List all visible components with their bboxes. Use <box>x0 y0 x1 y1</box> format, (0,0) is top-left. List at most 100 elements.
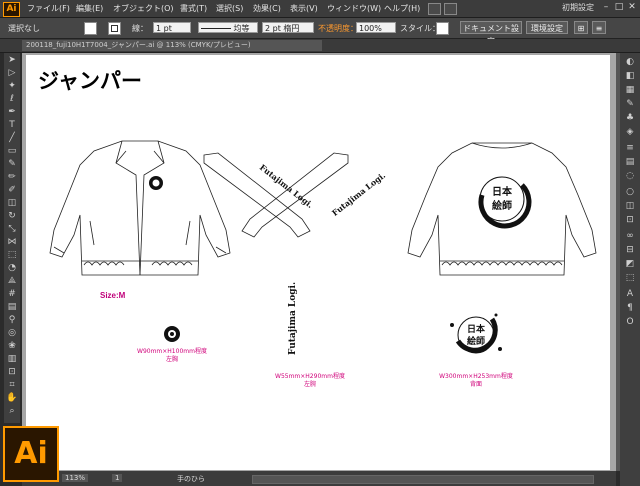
menu-select[interactable]: 選択(S) <box>216 3 243 14</box>
panel-dock: ◐ ◧ ▦ ✎ ♣ ◈ ≡ ▤ ◌ ○ ◫ ⊡ ∞ ⊟ ◩ ⬚ A ¶ O <box>620 53 640 486</box>
fill-swatch[interactable] <box>84 22 97 35</box>
bridge-icon[interactable] <box>428 3 441 15</box>
jacket-back-drawing: 日本 絵師 <box>407 142 597 276</box>
back-caption-position: 背面 <box>469 381 482 388</box>
align-icon[interactable]: ⊞ <box>574 21 588 34</box>
pathfinder-icon[interactable]: ◩ <box>624 259 636 270</box>
blob-brush-icon[interactable]: ✐ <box>6 185 18 196</box>
opentype-icon[interactable]: O <box>624 317 636 328</box>
rectangle-icon[interactable]: ▭ <box>6 146 18 157</box>
rotate-icon[interactable]: ↻ <box>6 211 18 222</box>
blend-icon[interactable]: ◎ <box>6 328 18 339</box>
slice-icon[interactable]: ⌗ <box>6 380 18 391</box>
tools-panel: ➤ ▷ ✦ ℓ ✒ T ╱ ▭ ✎ ✏ ✐ ◫ ↻ ⤡ ⋈ ⬚ ◔ ⟁ # ▤ … <box>4 53 20 423</box>
pen-icon[interactable]: ✒ <box>6 107 18 118</box>
graphic-styles-icon[interactable]: ◈ <box>624 127 636 138</box>
color-guide-icon[interactable]: ◧ <box>624 71 636 82</box>
control-bar: 選択なし 線： 1 pt 均等 2 pt 楕円 不透明度： 100% スタイル：… <box>0 18 640 46</box>
gradient-icon[interactable]: ▤ <box>6 302 18 313</box>
menu-help[interactable]: ヘルプ(H) <box>384 3 420 14</box>
transform-icon[interactable]: ⬚ <box>624 273 636 284</box>
workspace-switcher[interactable]: 初期設定 <box>562 2 594 13</box>
svg-text:絵師: 絵師 <box>467 335 485 347</box>
style-label: スタイル： <box>400 24 440 33</box>
shape-builder-icon[interactable]: ◔ <box>6 263 18 274</box>
status-bar: 113% 1 手のひら <box>22 471 616 486</box>
symbol-sprayer-icon[interactable]: ❀ <box>6 341 18 352</box>
artboards-panel-icon[interactable]: ⊡ <box>624 215 636 226</box>
column-graph-icon[interactable]: ▥ <box>6 354 18 365</box>
menu-file[interactable]: ファイル(F) <box>27 3 70 14</box>
eyedropper-icon[interactable]: ⚲ <box>6 315 18 326</box>
transparency-icon[interactable]: ◌ <box>624 171 636 182</box>
brush-definition[interactable]: 2 pt 楕円 <box>262 22 314 33</box>
width-icon[interactable]: ⋈ <box>6 237 18 248</box>
variable-width-profile[interactable]: 均等 <box>198 22 258 33</box>
color-panel-icon[interactable]: ◐ <box>624 57 636 68</box>
zoom-level[interactable]: 113% <box>62 474 89 482</box>
size-label: Size:M <box>100 291 126 300</box>
stroke-label: 線： <box>132 24 148 33</box>
magic-wand-icon[interactable]: ✦ <box>6 81 18 92</box>
appearance-icon[interactable]: ○ <box>624 187 636 198</box>
graphic-style-swatch[interactable] <box>436 22 449 35</box>
selection-status: 選択なし <box>8 24 40 33</box>
gradient-panel-icon[interactable]: ▤ <box>624 157 636 168</box>
preferences-button[interactable]: 環境設定 <box>526 21 568 34</box>
paragraph-icon[interactable]: ¶ <box>624 303 636 314</box>
artboard-tool-icon[interactable]: ⊡ <box>6 367 18 378</box>
selection-tool-icon[interactable]: ➤ <box>6 55 18 66</box>
stroke-swatch[interactable] <box>108 22 121 35</box>
mesh-icon[interactable]: # <box>6 289 18 300</box>
free-transform-icon[interactable]: ⬚ <box>6 250 18 261</box>
lasso-icon[interactable]: ℓ <box>6 94 18 105</box>
svg-text:日本: 日本 <box>492 185 513 198</box>
vertical-logo-text: Futajima Logi. <box>288 281 298 355</box>
control-menu-icon[interactable]: ≡ <box>592 21 606 34</box>
align-icon[interactable]: ⊟ <box>624 245 636 256</box>
links-icon[interactable]: ∞ <box>624 231 636 242</box>
zoom-icon[interactable]: ⌕ <box>6 406 18 417</box>
document-tab-strip: 200118_fuji10H1T7004_ジャンパー.ai @ 113% (CM… <box>0 39 640 53</box>
back-caption: W300mm×H253mm程度 背面 <box>430 373 522 389</box>
stroke-panel-icon[interactable]: ≡ <box>624 143 636 154</box>
perspective-icon[interactable]: ⟁ <box>6 276 18 287</box>
opacity-label[interactable]: 不透明度： <box>318 23 358 34</box>
menu-effect[interactable]: 効果(C) <box>253 3 281 14</box>
profile-label: 均等 <box>233 24 250 33</box>
menu-type[interactable]: 書式(T) <box>180 3 207 14</box>
brushes-icon[interactable]: ✎ <box>624 99 636 110</box>
type-icon[interactable]: T <box>6 120 18 131</box>
symbols-icon[interactable]: ♣ <box>624 113 636 124</box>
page-title: ジャンパー <box>38 68 142 93</box>
artboard[interactable]: ジャンパー Size:M Futajima Logi. Futajima Log… <box>26 55 610 470</box>
scale-icon[interactable]: ⤡ <box>6 224 18 235</box>
chest-logo-mark <box>164 326 180 342</box>
eraser-icon[interactable]: ◫ <box>6 198 18 209</box>
opacity-field[interactable]: 100% <box>356 22 396 33</box>
swatches-icon[interactable]: ▦ <box>624 85 636 96</box>
back-logo-sample: 日本 絵師 <box>450 313 502 354</box>
app-logo: Ai <box>3 2 20 17</box>
minimize-icon[interactable]: – <box>600 2 612 13</box>
document-tab[interactable]: 200118_fuji10H1T7004_ジャンパー.ai @ 113% (CM… <box>22 40 322 51</box>
pencil-icon[interactable]: ✏ <box>6 172 18 183</box>
stroke-weight-field[interactable]: 1 pt <box>153 22 191 33</box>
layers-icon[interactable]: ◫ <box>624 201 636 212</box>
document-setup-button[interactable]: ドキュメント設定 <box>460 21 522 46</box>
menu-edit[interactable]: 編集(E) <box>76 3 103 14</box>
artboard-number[interactable]: 1 <box>112 474 123 482</box>
hand-icon[interactable]: ✋ <box>6 393 18 404</box>
chest-caption-size: W90mm×H100mm程度 <box>137 348 207 355</box>
menu-window[interactable]: ウィンドウ(W) <box>327 3 381 14</box>
line-icon[interactable]: ╱ <box>6 133 18 144</box>
menu-object[interactable]: オブジェクト(O) <box>113 3 174 14</box>
arrange-documents-icon[interactable] <box>444 3 457 15</box>
maximize-icon[interactable]: □ <box>613 2 625 13</box>
direct-selection-icon[interactable]: ▷ <box>6 68 18 79</box>
character-icon[interactable]: A <box>624 289 636 300</box>
menu-view[interactable]: 表示(V) <box>290 3 318 14</box>
paintbrush-icon[interactable]: ✎ <box>6 159 18 170</box>
horizontal-scrollbar[interactable] <box>252 475 594 484</box>
close-icon[interactable]: ✕ <box>626 2 638 13</box>
